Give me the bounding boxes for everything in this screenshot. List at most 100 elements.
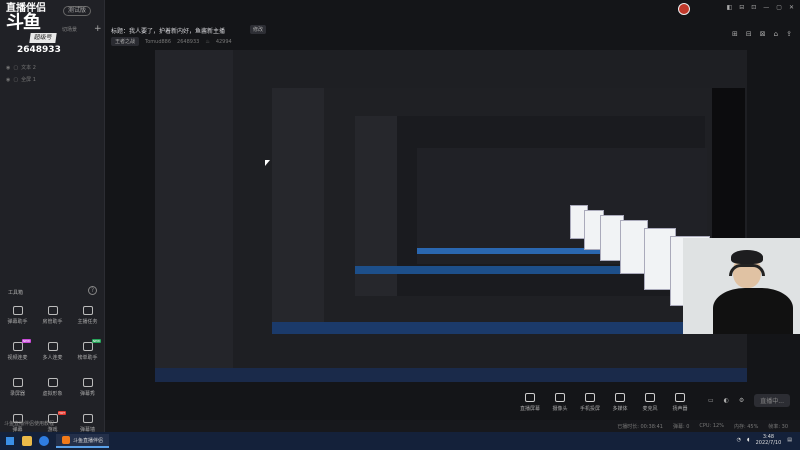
microphone-button[interactable]: 麦克风 [635,392,665,412]
sidebar: 直播伴侣 斗鱼 测试版 超级号 2648933 切场景 + ◉ ▢ 文本 2 ◉… [0,0,105,433]
scene-row[interactable]: ◉ ▢ 文本 2 [6,64,36,72]
tool-item[interactable]: 弹幕秀 [70,375,105,411]
edit-title-button[interactable]: 修改 [250,25,267,34]
screen-capture-button[interactable]: 直播屏幕 [515,392,545,412]
scene-row-label: 文本 2 [21,65,36,71]
play-icon [615,392,625,402]
calendar-icon [82,378,93,387]
tool-item[interactable]: 主播任务 [70,303,105,339]
beauty-icon[interactable]: ◐ [724,397,729,404]
os-taskbar: 斗鱼直播伴侣 ◔ ◖ 3:48 2022/7/10 ▤ [0,432,800,450]
lock-icon[interactable]: ▢ [13,65,18,71]
eye-icon[interactable]: ◉ [6,65,10,71]
hot-tag: HOT [57,411,66,415]
folder-icon[interactable] [22,436,32,446]
volume-icon[interactable]: ◖ [747,437,750,443]
maximize-icon[interactable]: ▢ [776,4,782,11]
person-hair [731,250,763,264]
taskbar-app[interactable]: 斗鱼直播伴侣 [56,434,110,448]
chat-icon [12,306,23,315]
close-icon[interactable]: ✕ [789,4,794,11]
fire-icon: ♨ [205,38,210,45]
camera-button[interactable]: 摄像头 [545,392,575,412]
mouse-cursor [265,160,270,166]
eye-icon[interactable]: ◉ [6,77,10,83]
room-id: 2648933 [17,45,61,55]
room-number: 2648933 [177,38,200,45]
layout-icon[interactable]: ⊞ [732,30,738,38]
version-pill[interactable]: 测试版 [63,6,92,16]
message-icon[interactable]: ⊟ [739,4,744,11]
home-icon[interactable]: ⌂ [774,30,778,38]
clock[interactable]: 3:48 2022/7/10 [756,434,782,446]
viewer-count: 42994 [215,38,232,45]
tool-item[interactable]: NEW 视频连麦 [0,339,35,375]
scene-row-label: 全屏 1 [21,77,36,83]
edge-icon[interactable] [39,436,49,446]
help-icon[interactable]: ? [88,286,97,295]
headphones-icon [729,264,765,276]
new-tag: NEW [21,339,31,343]
monitor-icon [525,392,535,402]
task-icon [82,306,93,315]
minimize-icon[interactable]: — [763,4,769,11]
person-body [713,288,793,334]
rank-icon [82,342,93,351]
settings-icon[interactable]: ⊡ [751,4,756,11]
streamer-name: Tomud886 [145,38,172,45]
tool-item[interactable]: 虚拟形象 [35,375,70,411]
wall-icon [82,414,93,423]
wifi-icon[interactable]: ◔ [737,437,741,443]
douyu-icon [62,436,70,444]
cpu-usage: CPU: 12% [699,423,724,429]
system-tray: ◔ ◖ 3:48 2022/7/10 ▤ [737,434,792,446]
fps: 帧率: 30 [768,423,788,430]
app-logo: 直播伴侣 斗鱼 [6,4,58,32]
stream-preview[interactable] [155,50,747,382]
windows-start-icon[interactable] [6,437,14,445]
new-tag: NEW [91,339,101,343]
category-tag[interactable]: 王者之战 [111,37,140,46]
camera-icon [555,392,565,402]
start-live-button[interactable]: 直播中... [754,394,790,407]
logo-line2: 斗鱼 [6,12,41,33]
media-button[interactable]: 多媒体 [605,392,635,412]
notification-icon[interactable]: ▤ [787,437,792,443]
header-tools: ⊞ ⊟ ⊠ ⌂ ⇪ [732,30,792,38]
scene-switch[interactable]: 切场景 [62,26,77,33]
tool-item[interactable]: 录屏器 [0,375,35,411]
scene-row[interactable]: ◉ ▢ 全屏 1 [6,76,36,84]
lock-icon[interactable]: ⊟ [746,30,752,38]
speaker-button[interactable]: 扬声器 [665,392,695,412]
video-icon [12,342,23,351]
memory-usage: 内存: 45% [733,423,759,430]
bottom-controls: 直播屏幕 摄像头 手机投屏 多媒体 麦克风 扬声器 ▭ ◐ ⚙ 直播中... [105,384,800,420]
user-badge: 超级号 [29,33,57,43]
tools-header: 工具箱 [8,290,24,296]
webcam-overlay[interactable] [683,238,800,334]
gear-icon[interactable]: ⚙ [739,397,744,404]
lock-icon[interactable]: ▢ [13,77,18,83]
danmu-count: 弹幕: 0 [672,423,690,430]
avatar-icon [47,378,58,387]
phone-cast-button[interactable]: 手机投屏 [575,392,605,412]
live-duration: 已播时长: 00:38:41 [617,423,663,430]
add-scene-button[interactable]: + [94,24,102,34]
microphone-icon [645,392,655,402]
main-panel: ◧ ⊟ ⊡ — ▢ ✕ 标题：我人要了，护着新内好，鱼酱新主播 修改 王者之战 … [105,0,800,432]
share-icon[interactable]: ⇪ [786,30,792,38]
window-controls: ◧ ⊟ ⊡ — ▢ ✕ [727,4,794,11]
user-avatar[interactable] [678,3,690,15]
tool-item[interactable]: 弹幕助手 [0,303,35,339]
skin-icon[interactable]: ◧ [727,4,733,11]
group-icon [47,342,58,351]
tool-item[interactable]: 多人连麦 [35,339,70,375]
grid-icon[interactable]: ⊠ [760,30,766,38]
tool-item[interactable]: NEW 榜单助手 [70,339,105,375]
tutorial-link[interactable]: 斗鱼直播伴侣使用教程 [4,420,54,427]
tool-item[interactable]: 房管助手 [35,303,70,339]
stream-meta: 王者之战 Tomud886 2648933 ♨ 42994 [111,37,232,46]
bottom-right-tools: ▭ ◐ ⚙ 直播中... [708,394,790,407]
record-icon[interactable]: ▭ [708,397,714,404]
user-icon [47,306,58,315]
